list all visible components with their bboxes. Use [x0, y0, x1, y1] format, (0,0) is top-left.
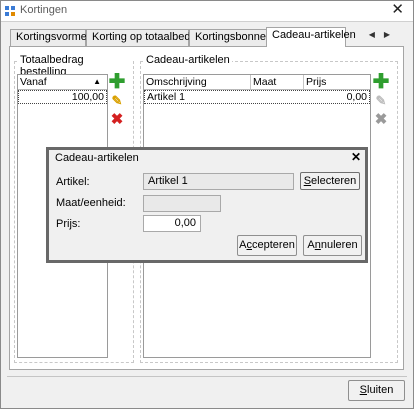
tab-cadeau-artikelen[interactable]: Cadeau-artikelen: [266, 27, 356, 47]
prijs-input[interactable]: 0,00: [143, 215, 201, 232]
sort-ascending-icon: ▲: [93, 77, 101, 86]
selecteren-button[interactable]: Selecteren: [300, 172, 360, 190]
artikel-label: Artikel:: [56, 176, 90, 188]
grid-header: Vanaf ▲: [18, 75, 107, 90]
maat-eenheid-field: [143, 195, 221, 212]
maat-eenheid-label: Maat/eenheid:: [56, 197, 126, 209]
tab-scroll-arrows[interactable]: ◀▶: [369, 30, 399, 39]
tab-korting-op-totaalbedrag[interactable]: Korting op totaalbedrag: [86, 29, 206, 46]
add-icon[interactable]: ✚: [109, 72, 126, 92]
cadeau-artikelen-group-title: Cadeau-artikelen: [144, 54, 232, 66]
title-bar: Kortingen ✕: [1, 1, 413, 22]
column-prijs[interactable]: Prijs: [304, 75, 370, 89]
column-vanaf[interactable]: Vanaf ▲: [18, 75, 107, 89]
dialog-title: Cadeau-artikelen: [55, 152, 139, 164]
prijs-label: Prijs:: [56, 218, 81, 230]
grid-header: Omschrijving Maat Prijs: [144, 75, 370, 90]
delete-icon: ✖: [374, 111, 388, 128]
accepteren-button[interactable]: Accepteren: [237, 235, 297, 256]
edit-pencil-icon[interactable]: ✎: [109, 93, 125, 109]
tab-kortingsvormen[interactable]: Kortingsvormen: [10, 29, 93, 46]
app-grid-icon: [5, 6, 15, 16]
tab-kortingsbonnen[interactable]: Kortingsbonnen: [189, 29, 272, 46]
window-close-icon[interactable]: ✕: [391, 2, 404, 18]
artikel-field: Artikel 1: [143, 173, 294, 190]
window-title: Kortingen: [20, 4, 68, 16]
table-row[interactable]: 100,00: [18, 90, 107, 104]
tab-next-icon[interactable]: ▶: [384, 30, 399, 39]
dialog-close-icon[interactable]: ✕: [351, 150, 361, 164]
edit-pencil-icon: ✎: [375, 93, 387, 108]
cell-omschrijving: Artikel 1: [147, 91, 185, 103]
column-maat[interactable]: Maat: [251, 75, 304, 89]
add-icon[interactable]: ✚: [373, 72, 390, 92]
cell-vanaf: 100,00: [71, 91, 104, 103]
annuleren-button[interactable]: Annuleren: [303, 235, 362, 256]
table-row[interactable]: Artikel 1 0,00: [144, 90, 370, 104]
cadeau-artikelen-dialog: Cadeau-artikelen ✕ Artikel: Artikel 1 Se…: [46, 147, 368, 263]
delete-icon[interactable]: ✖: [109, 112, 125, 128]
column-omschrijving[interactable]: Omschrijving: [144, 75, 251, 89]
tab-prev-icon[interactable]: ◀: [369, 30, 384, 39]
bottom-separator: [7, 376, 407, 377]
sluiten-button[interactable]: Sluiten: [348, 380, 405, 401]
cell-prijs: 0,00: [346, 91, 367, 103]
